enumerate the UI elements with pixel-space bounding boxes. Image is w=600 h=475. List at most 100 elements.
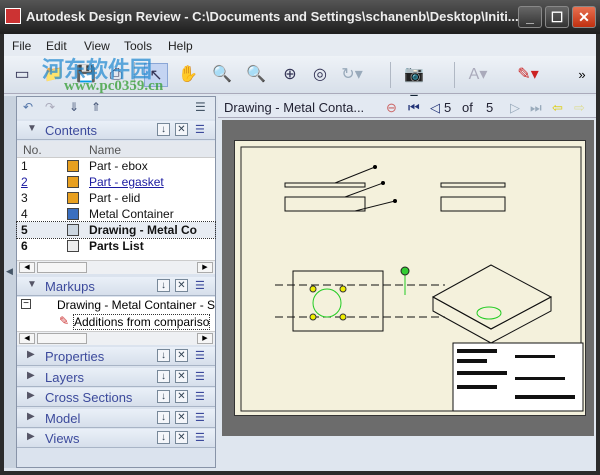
collapse-icon[interactable]: − bbox=[21, 299, 31, 309]
dock-icon[interactable]: ↓ bbox=[157, 279, 170, 292]
contents-header[interactable]: ▼ Contents ↓ ✕ ☰ bbox=[17, 121, 215, 140]
close-panel-icon[interactable]: ✕ bbox=[175, 390, 188, 403]
markups-header[interactable]: ▼ Markups ↓ ✕ ☰ bbox=[17, 277, 215, 296]
close-panel-icon[interactable]: ✕ bbox=[175, 279, 188, 292]
markup-sheet-item[interactable]: Drawing - Metal Container - S bbox=[57, 298, 215, 312]
move-up-icon[interactable]: ⇑ bbox=[91, 100, 101, 114]
row-name: Part - elid bbox=[89, 191, 141, 205]
pan-icon[interactable]: ✋ bbox=[176, 63, 200, 87]
options-icon[interactable]: ☰ bbox=[195, 349, 205, 362]
options-icon[interactable]: ☰ bbox=[195, 411, 205, 424]
markup-icon[interactable]: ✎▾ bbox=[516, 63, 540, 87]
overflow-icon[interactable]: » bbox=[570, 63, 594, 87]
first-page-icon[interactable]: ⏮ bbox=[408, 100, 420, 116]
menu-file[interactable]: File bbox=[12, 39, 31, 53]
new-icon[interactable]: ▭ bbox=[10, 63, 34, 87]
contents-row[interactable]: 5 Drawing - Metal Co bbox=[16, 221, 216, 239]
close-panel-icon[interactable]: ✕ bbox=[175, 349, 188, 362]
panel-header-views[interactable]: ▶ Views ↓ ✕ ☰ bbox=[17, 429, 215, 448]
close-panel-icon[interactable]: ✕ bbox=[175, 369, 188, 383]
fit-icon[interactable]: ⊕ bbox=[278, 63, 302, 87]
menu-edit[interactable]: Edit bbox=[46, 39, 67, 53]
menu-help[interactable]: Help bbox=[168, 39, 193, 53]
close-button[interactable]: ✕ bbox=[572, 6, 596, 28]
drawing-canvas[interactable] bbox=[222, 120, 594, 436]
collapsed-icon: ▶ bbox=[27, 410, 35, 422]
back-icon[interactable]: ⇦ bbox=[552, 100, 563, 116]
contents-row[interactable]: 1 Part - ebox bbox=[17, 158, 215, 174]
collapsed-icon: ▶ bbox=[27, 349, 35, 360]
contents-row[interactable]: 6 Parts List bbox=[17, 238, 215, 254]
prev-page-icon[interactable]: ◁ bbox=[430, 100, 440, 116]
move-down-icon[interactable]: ⇓ bbox=[69, 100, 79, 114]
main-window: File Edit View Tools Help ▭ 📁 💾 ⎙ ↖ ✋ 🔍 … bbox=[4, 34, 596, 471]
dock-icon[interactable]: ↓ bbox=[157, 390, 170, 403]
options-icon[interactable]: ☰ bbox=[195, 100, 206, 114]
redo-icon[interactable]: ↷ bbox=[45, 100, 55, 114]
close-panel-icon[interactable]: ✕ bbox=[175, 410, 188, 424]
app-icon bbox=[5, 8, 21, 24]
panel-header-cross-sections[interactable]: ▶ Cross Sections ↓ ✕ ☰ bbox=[17, 388, 215, 407]
row-number: 1 bbox=[21, 159, 28, 173]
markups-scrollbar[interactable]: ◀ ▶ bbox=[17, 331, 215, 345]
contents-row[interactable]: 2 Part - egasket bbox=[17, 174, 215, 190]
close-panel-icon[interactable]: ✕ bbox=[175, 431, 188, 444]
collapse-strip[interactable]: ◀ bbox=[4, 96, 16, 468]
undo-icon[interactable]: ↶ bbox=[23, 100, 33, 114]
drawing-icon bbox=[67, 224, 79, 236]
collapsed-icon: ▶ bbox=[27, 431, 35, 442]
part-icon bbox=[67, 160, 79, 172]
print-icon[interactable]: ⎙ bbox=[104, 63, 128, 87]
expanded-icon: ▼ bbox=[27, 279, 37, 290]
row-name: Drawing - Metal Co bbox=[89, 223, 198, 237]
contents-scrollbar[interactable]: ◀ ▶ bbox=[17, 260, 215, 274]
options-icon[interactable]: ☰ bbox=[195, 279, 205, 292]
column-no[interactable]: No. bbox=[23, 143, 42, 157]
panel-header-model[interactable]: ▶ Model ↓ ✕ ☰ bbox=[17, 408, 215, 428]
rotate-icon[interactable]: ↻▾ bbox=[340, 63, 364, 87]
orbit-icon[interactable]: ◎ bbox=[308, 63, 332, 87]
dock-icon[interactable]: ↓ bbox=[157, 431, 170, 444]
save-icon[interactable]: 💾 bbox=[74, 63, 98, 87]
options-icon[interactable]: ☰ bbox=[195, 431, 205, 444]
expanded-icon: ▼ bbox=[27, 123, 37, 134]
open-icon[interactable]: 📁 bbox=[42, 63, 66, 87]
separator bbox=[454, 62, 455, 88]
menu-view[interactable]: View bbox=[84, 39, 110, 53]
select-icon[interactable]: ↖ bbox=[144, 63, 168, 87]
close-panel-icon[interactable]: ✕ bbox=[175, 123, 188, 136]
last-page-icon[interactable]: ⏭ bbox=[530, 100, 542, 116]
text-icon[interactable]: A▾ bbox=[466, 63, 490, 87]
total-pages: 5 bbox=[486, 100, 494, 115]
markup-item[interactable]: Additions from compariso bbox=[73, 314, 211, 330]
row-number: 4 bbox=[21, 207, 28, 221]
minimize-button[interactable]: _ bbox=[518, 6, 542, 28]
window-title: Autodesk Design Review - C:\Documents an… bbox=[26, 9, 519, 24]
stop-icon[interactable]: ⊖ bbox=[386, 100, 397, 116]
panel-header-layers[interactable]: ▶ Layers ↓ ✕ ☰ bbox=[17, 367, 215, 387]
contents-row[interactable]: 4 Metal Container bbox=[17, 206, 215, 222]
maximize-button[interactable]: ☐ bbox=[545, 6, 569, 28]
panel-header-properties[interactable]: ▶ Properties ↓ ✕ ☰ bbox=[17, 347, 215, 366]
dock-icon[interactable]: ↓ bbox=[157, 349, 170, 362]
forward-icon[interactable]: ⇨ bbox=[574, 100, 585, 116]
current-page[interactable]: 5 bbox=[444, 100, 451, 115]
collapsed-icon: ▶ bbox=[27, 390, 35, 401]
options-icon[interactable]: ☰ bbox=[195, 370, 205, 383]
options-icon[interactable]: ☰ bbox=[195, 123, 205, 136]
dock-icon[interactable]: ↓ bbox=[157, 410, 170, 424]
drawing-geometry bbox=[240, 146, 584, 412]
menu-tools[interactable]: Tools bbox=[124, 39, 152, 53]
options-icon[interactable]: ☰ bbox=[195, 390, 205, 403]
dock-icon[interactable]: ↓ bbox=[157, 123, 170, 136]
zoom-icon[interactable]: 🔍 bbox=[210, 63, 234, 87]
zoom-window-icon[interactable]: 🔍 bbox=[244, 63, 268, 87]
column-headers: No. Name bbox=[17, 141, 215, 158]
menu-bar: File Edit View Tools Help bbox=[4, 34, 596, 56]
dock-icon[interactable]: ↓ bbox=[157, 369, 170, 383]
contents-row[interactable]: 3 Part - elid bbox=[17, 190, 215, 206]
column-name[interactable]: Name bbox=[89, 143, 121, 157]
next-page-icon[interactable]: ▷ bbox=[510, 100, 520, 116]
toolbar: ▭ 📁 💾 ⎙ ↖ ✋ 🔍 🔍 ⊕ ◎ ↻▾ 📷▾ A▾ ✎▾ » bbox=[4, 56, 596, 107]
camera-icon[interactable]: 📷▾ bbox=[402, 63, 426, 107]
